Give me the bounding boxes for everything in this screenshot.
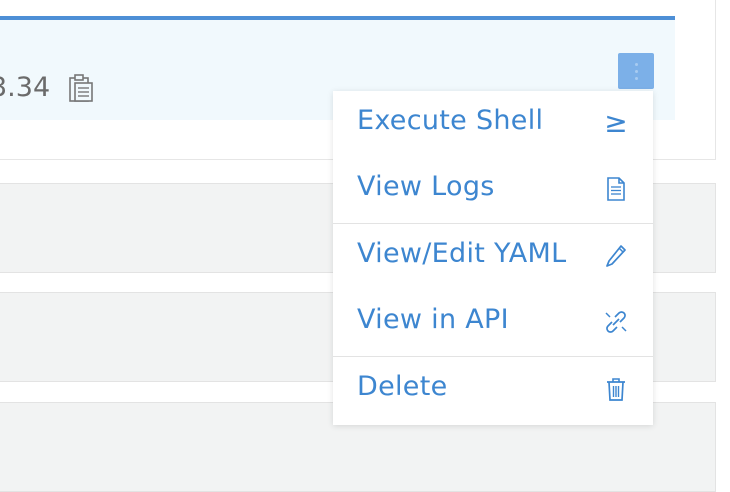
menu-item-label: View Logs: [357, 171, 495, 202]
terminal-icon: ≥: [604, 106, 628, 139]
ip-address-text: 3.34: [0, 72, 51, 103]
menu-item-view-edit-yaml[interactable]: View/Edit YAML: [333, 224, 653, 290]
menu-item-label: Delete: [357, 371, 448, 402]
trash-icon: [603, 375, 629, 403]
menu-item-label: View/Edit YAML: [357, 238, 567, 269]
menu-item-label: View in API: [357, 304, 509, 335]
kebab-dot: [635, 77, 638, 80]
actions-dropdown-menu: Execute Shell ≥ View Logs View/Edit YAML…: [333, 91, 653, 425]
external-link-icon: [603, 308, 629, 336]
kebab-dot: [635, 70, 638, 73]
actions-kebab-button[interactable]: [618, 53, 654, 89]
file-icon: [603, 175, 629, 203]
clipboard-icon[interactable]: [66, 73, 96, 103]
pencil-icon: [603, 242, 629, 270]
menu-item-view-logs[interactable]: View Logs: [333, 157, 653, 223]
kebab-dot: [635, 63, 638, 66]
menu-item-execute-shell[interactable]: Execute Shell ≥: [333, 91, 653, 157]
menu-item-view-in-api[interactable]: View in API: [333, 290, 653, 356]
menu-item-label: Execute Shell: [357, 105, 544, 136]
menu-item-delete[interactable]: Delete: [333, 357, 653, 423]
